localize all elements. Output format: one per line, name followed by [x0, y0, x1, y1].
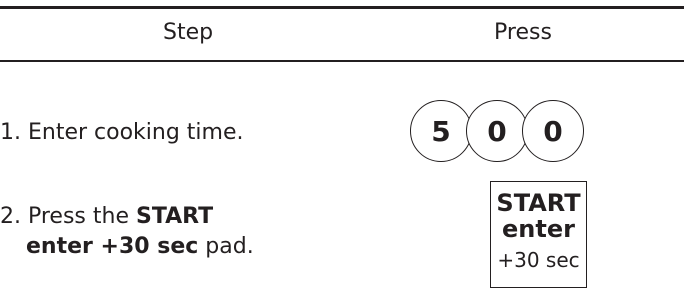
key-5-button[interactable]: 5: [410, 100, 472, 162]
step-1-text: 1. Enter cooking time.: [0, 120, 244, 145]
step-2-bold-enter: enter +30 sec: [26, 234, 199, 259]
step-2-bold-start: START: [135, 204, 214, 229]
step-2-text: 2. Press the START enter +30 sec pad.: [0, 202, 254, 262]
pad-label-30sec: +30 sec: [497, 248, 580, 272]
step-2-line-2: enter +30 sec pad.: [0, 232, 254, 262]
step-2-prefix: 2. Press the: [0, 204, 136, 229]
top-rule: [0, 6, 684, 9]
step-2-line-1: 2. Press the START: [0, 202, 254, 232]
pad-label-start: START: [496, 189, 581, 217]
step-2-suffix: pad.: [198, 234, 254, 259]
key-0-button[interactable]: 0: [466, 100, 528, 162]
header-step: Step: [163, 20, 214, 45]
key-0-button-2[interactable]: 0: [522, 100, 584, 162]
header-rule: [0, 60, 684, 62]
header-press: Press: [494, 20, 552, 45]
pad-label-enter: enter: [502, 215, 575, 243]
start-enter-pad-button[interactable]: START enter +30 sec: [490, 181, 587, 288]
